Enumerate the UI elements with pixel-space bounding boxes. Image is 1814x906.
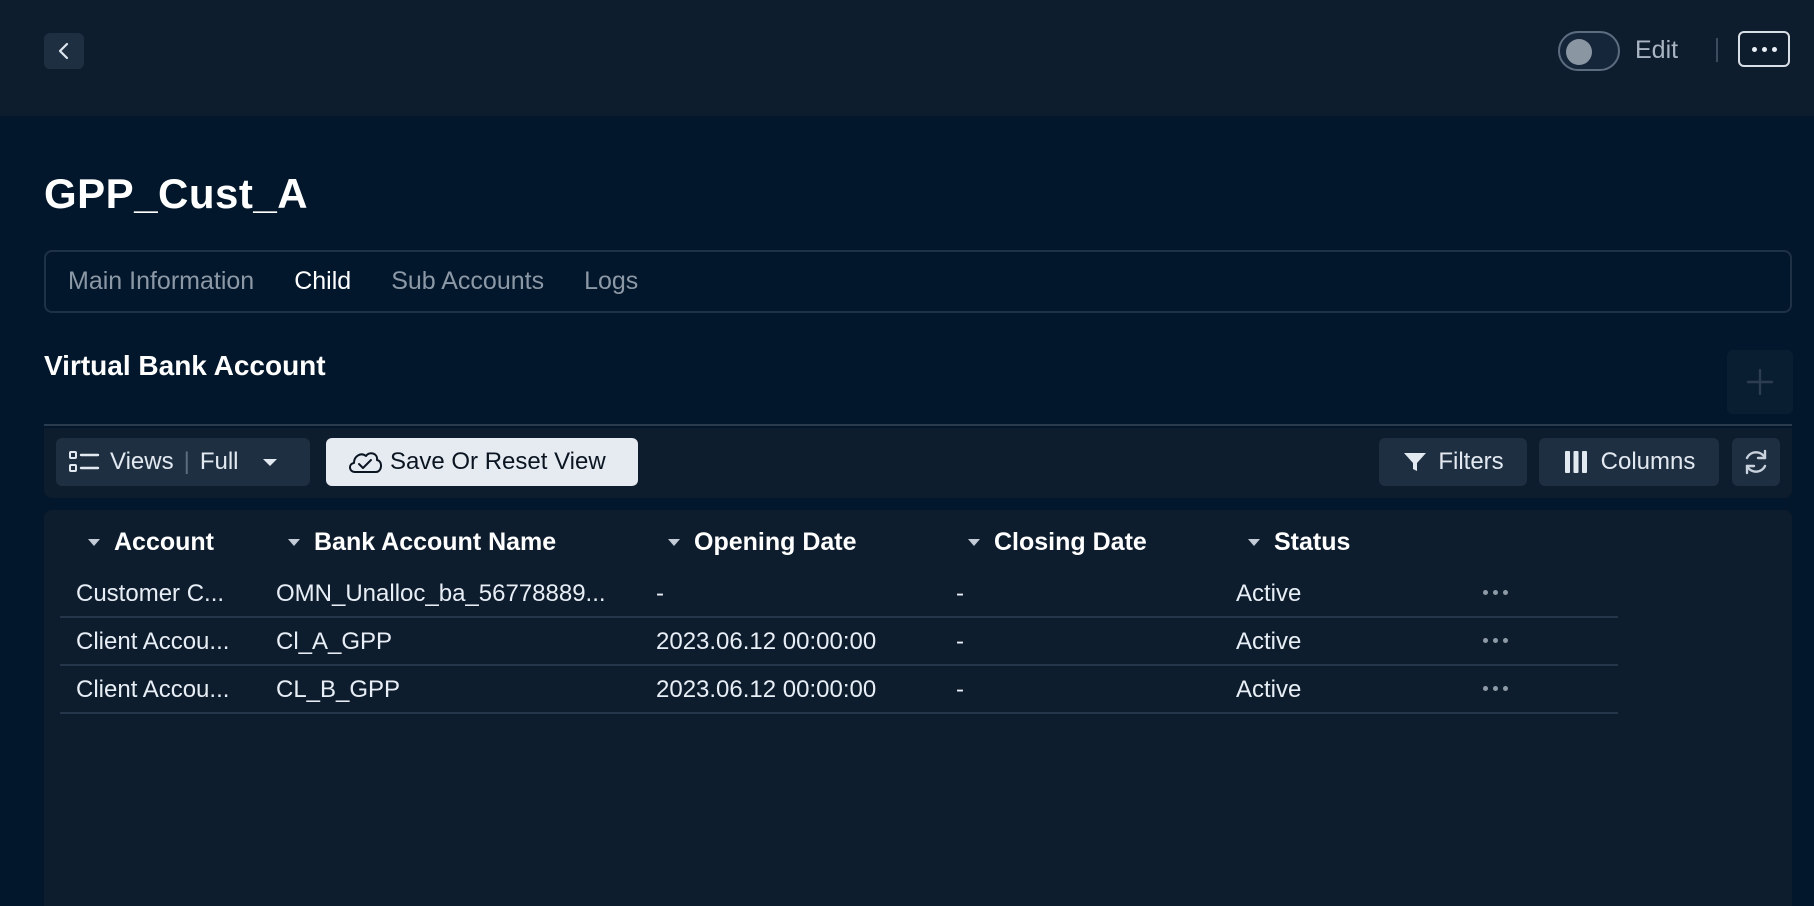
cloud-check-icon — [349, 452, 382, 473]
column-header-bank-account-name[interactable]: Bank Account Name — [288, 528, 556, 557]
columns-button[interactable]: Columns — [1539, 438, 1719, 486]
page-title: GPP_Cust_A — [44, 170, 309, 217]
section-title: Virtual Bank Account — [44, 350, 326, 381]
views-label: Views — [110, 448, 174, 475]
cell-bank-account-name: CL_B_GPP — [276, 676, 401, 703]
tab-child[interactable]: Child — [294, 267, 351, 296]
ellipsis-icon — [1483, 638, 1488, 643]
tab-logs[interactable]: Logs — [584, 267, 638, 296]
cell-bank-account-name: OMN_Unalloc_ba_56778889... — [276, 580, 606, 607]
grid-toolbar: Views | Full Save Or Reset View Filters … — [44, 428, 1792, 498]
refresh-button[interactable] — [1732, 438, 1780, 486]
list-icon — [69, 451, 100, 472]
tab-sub-accounts[interactable]: Sub Accounts — [391, 267, 544, 296]
table-row[interactable]: Client Accou... Cl_A_GPP 2023.06.12 00:0… — [60, 618, 1618, 666]
sort-caret-icon — [668, 539, 680, 546]
section-divider — [44, 424, 1792, 426]
table-row[interactable]: Client Accou... CL_B_GPP 2023.06.12 00:0… — [60, 666, 1618, 714]
cell-status: Active — [1236, 580, 1302, 607]
row-actions-button[interactable] — [1483, 590, 1508, 595]
ellipsis-icon — [1483, 590, 1488, 595]
toggle-knob — [1566, 39, 1592, 65]
grid-header: Account Bank Account Name Opening Date C… — [44, 510, 1792, 570]
tab-main-information[interactable]: Main Information — [68, 267, 254, 296]
column-header-opening-date[interactable]: Opening Date — [668, 528, 857, 557]
tab-bar: Main Information Child Sub Accounts Logs — [44, 250, 1792, 313]
cell-account: Client Accou... — [76, 676, 230, 703]
funnel-icon — [1404, 453, 1427, 471]
data-grid: Account Bank Account Name Opening Date C… — [44, 510, 1792, 906]
views-separator: | — [183, 448, 190, 475]
ellipsis-icon — [1483, 686, 1488, 691]
cell-opening-date: - — [656, 580, 664, 607]
cell-opening-date: 2023.06.12 00:00:00 — [656, 628, 877, 655]
sort-caret-icon — [288, 539, 300, 546]
sort-caret-icon — [88, 539, 100, 546]
more-options-button[interactable] — [1738, 31, 1790, 67]
sort-caret-icon — [1248, 539, 1260, 546]
save-or-reset-view-button[interactable]: Save Or Reset View — [326, 438, 638, 486]
cell-closing-date: - — [956, 628, 964, 655]
column-header-closing-date[interactable]: Closing Date — [968, 528, 1147, 557]
cell-account: Customer C... — [76, 580, 225, 607]
cell-account: Client Accou... — [76, 628, 230, 655]
column-header-label: Closing Date — [994, 528, 1147, 556]
columns-icon — [1564, 451, 1587, 473]
save-or-reset-view-label: Save Or Reset View — [390, 448, 606, 475]
views-dropdown[interactable]: Views | Full — [56, 438, 310, 486]
ellipsis-icon — [1751, 46, 1757, 52]
column-header-account[interactable]: Account — [88, 528, 214, 557]
cell-closing-date: - — [956, 676, 964, 703]
chevron-left-icon — [58, 42, 69, 60]
views-value: Full — [199, 448, 239, 475]
row-actions-button[interactable] — [1483, 638, 1508, 643]
row-actions-button[interactable] — [1483, 686, 1508, 691]
refresh-icon — [1745, 449, 1767, 475]
edit-toggle[interactable] — [1558, 31, 1620, 71]
cell-opening-date: 2023.06.12 00:00:00 — [656, 676, 877, 703]
column-header-label: Account — [114, 528, 214, 556]
add-button[interactable] — [1727, 350, 1793, 414]
caret-down-icon — [262, 459, 277, 466]
top-bar: Edit — [0, 0, 1814, 116]
column-header-status[interactable]: Status — [1248, 528, 1350, 557]
columns-label: Columns — [1600, 448, 1696, 475]
sort-caret-icon — [968, 539, 980, 546]
header-divider — [1716, 38, 1718, 62]
column-header-label: Bank Account Name — [314, 528, 557, 556]
cell-status: Active — [1236, 628, 1302, 655]
cell-closing-date: - — [956, 580, 964, 607]
column-header-label: Opening Date — [694, 528, 857, 556]
cell-bank-account-name: Cl_A_GPP — [276, 628, 393, 655]
column-header-label: Status — [1274, 528, 1351, 556]
back-button[interactable] — [44, 33, 84, 69]
filters-label: Filters — [1438, 448, 1504, 475]
filters-button[interactable]: Filters — [1379, 438, 1527, 486]
plus-icon — [1746, 368, 1774, 396]
edit-label: Edit — [1635, 36, 1679, 64]
cell-status: Active — [1236, 676, 1302, 703]
table-row[interactable]: Customer C... OMN_Unalloc_ba_56778889...… — [60, 570, 1618, 618]
